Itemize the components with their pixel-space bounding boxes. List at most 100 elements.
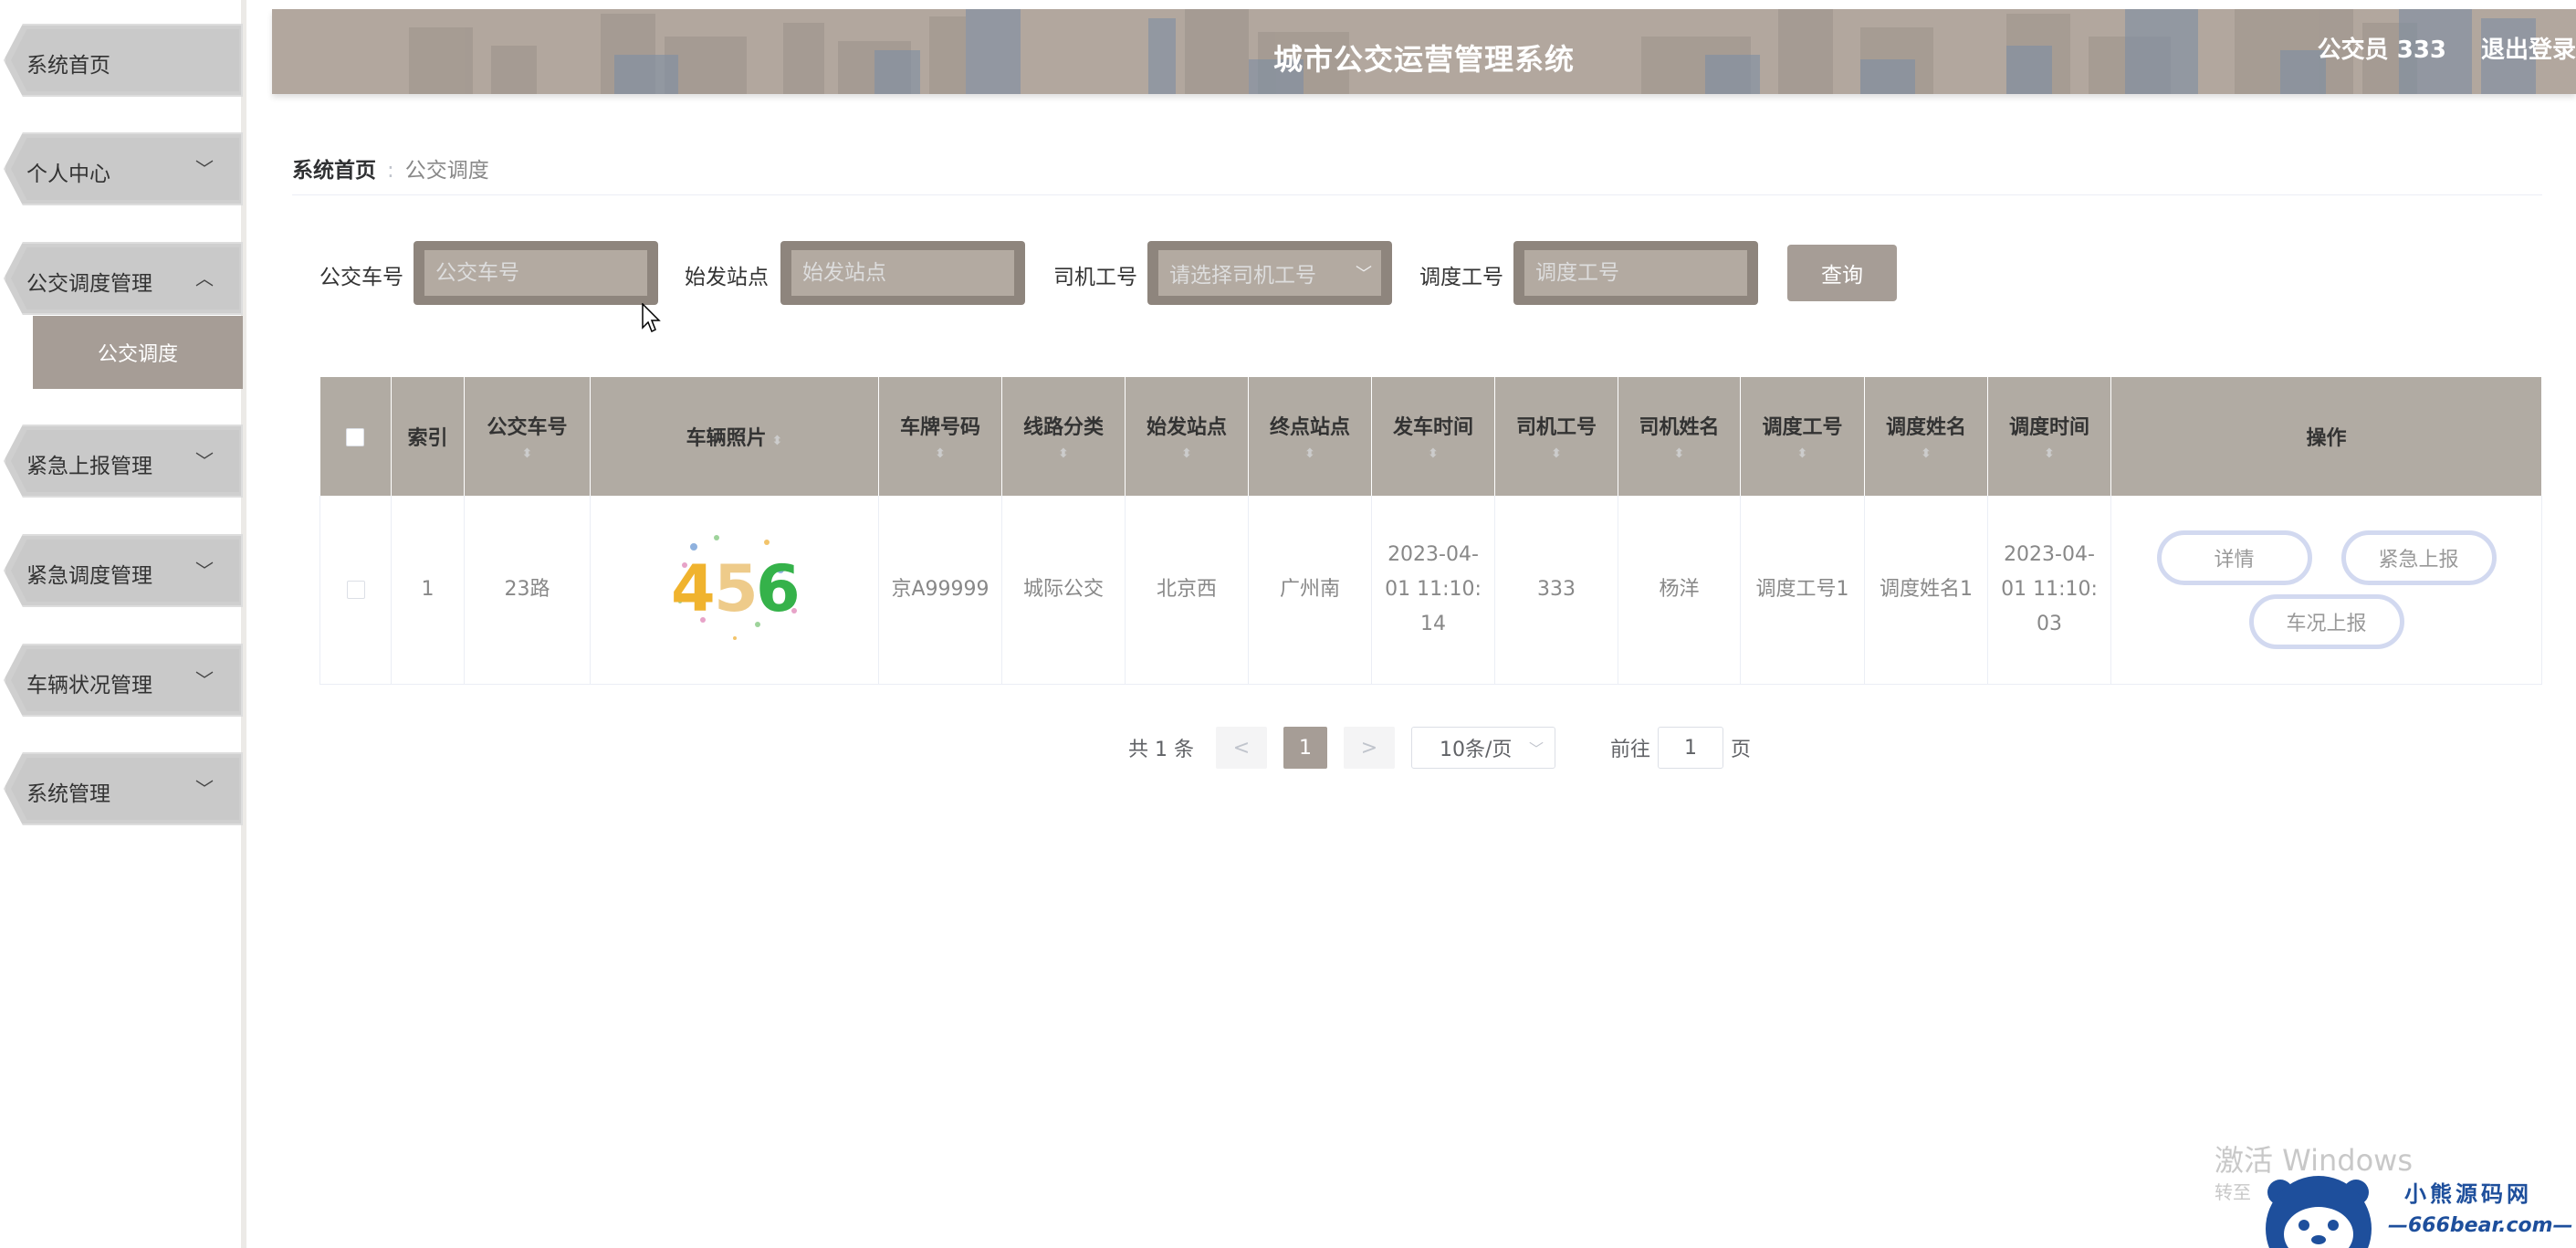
sort-icon: ⬍ [1921, 446, 1932, 461]
sort-icon: ⬍ [2044, 446, 2055, 461]
sidebar-item-system[interactable]: 系统管理 ﹀ [4, 752, 243, 825]
brand-name: 小熊源码网 [2404, 1180, 2532, 1207]
sort-icon: ⬍ [935, 446, 946, 461]
logout-link[interactable]: 退出登录 [2481, 31, 2576, 65]
col-driver-no[interactable]: 司机工号 ⬍ [1494, 377, 1618, 496]
current-user: 公交员 333 [2317, 37, 2446, 64]
goto-label: 前往 [1609, 739, 1650, 761]
col-photo[interactable]: 车辆照片 ⬍ [590, 377, 879, 496]
col-end[interactable]: 终点站点 ⬍ [1248, 377, 1372, 496]
cell-plate: 京A99999 [878, 496, 1002, 685]
cell-end: 广州南 [1248, 496, 1372, 685]
vehicle-photo-image: 4 5 6 [671, 535, 800, 641]
col-dispatch-time[interactable]: 调度时间 ⬍ [1987, 377, 2111, 496]
pagination-total: 共 1 条 [1128, 739, 1194, 761]
goto-suffix: 页 [1731, 739, 1752, 761]
mouse-cursor-icon [642, 303, 661, 333]
col-plate-label: 车牌号码 [899, 416, 980, 439]
cell-dispatch-time: 2023-04-01 11:10:03 [1987, 496, 2111, 685]
app-title: 城市公交运营管理系统 [1272, 42, 1575, 77]
emergency-report-button[interactable]: 紧急上报 [2340, 530, 2497, 585]
page-number-active[interactable]: 1 [1283, 727, 1327, 769]
driver-no-field-wrapper: 请选择司机工号 ﹀ [1147, 241, 1392, 305]
col-dispatch-no[interactable]: 调度工号 ⬍ [1740, 377, 1865, 496]
row-checkbox[interactable] [346, 580, 365, 599]
sort-icon: ⬍ [1304, 446, 1315, 461]
page-size-select[interactable]: 10条/页 ﹀ [1410, 727, 1555, 769]
col-depart-time[interactable]: 发车时间 ⬍ [1371, 377, 1495, 496]
svg-text:5: 5 [714, 551, 759, 626]
sidebar-subitem-bus-dispatch[interactable]: 公交调度 [33, 316, 243, 389]
col-depart-time-label: 发车时间 [1392, 416, 1473, 439]
brand-url: —666bear.com— [2388, 1214, 2573, 1237]
select-all-cell [319, 377, 392, 496]
sort-icon: ⬍ [1428, 446, 1439, 461]
sidebar: 系统首页 个人中心 ﹀ 公交调度管理 ︿ 公交调度 紧急上报管理 ﹀ 紧急调度管… [0, 0, 246, 1248]
col-driver-name[interactable]: 司机姓名 ⬍ [1618, 377, 1741, 496]
col-index: 索引 [391, 377, 465, 496]
sort-icon: ⬍ [1551, 446, 1562, 461]
action-buttons: 详情 紧急上报 车况上报 [2115, 530, 2538, 649]
query-button[interactable]: 查询 [1787, 245, 1897, 301]
sidebar-item-label: 紧急调度管理 [26, 564, 152, 588]
start-station-label: 始发站点 [685, 266, 769, 289]
sidebar-item-home[interactable]: 系统首页 [4, 24, 243, 97]
col-bus-no-label: 公交车号 [487, 416, 568, 439]
col-route-type[interactable]: 线路分类 ⬍ [1001, 377, 1126, 496]
bus-no-input[interactable] [424, 250, 647, 296]
start-station-input[interactable] [791, 250, 1014, 296]
sidebar-item-label: 紧急上报管理 [26, 455, 152, 478]
sort-icon: ⬍ [1058, 446, 1069, 461]
col-dispatch-time-label: 调度时间 [2008, 416, 2089, 439]
table-row: 1 23路 4 5 6 456 京A99999 [319, 496, 2542, 685]
bear-logo-icon [2266, 1176, 2372, 1248]
sidebar-item-vehicle-status[interactable]: 车辆状况管理 ﹀ [4, 644, 243, 717]
vehicle-report-button[interactable]: 车况上报 [2248, 593, 2404, 649]
sidebar-item-label: 个人中心 [26, 163, 110, 186]
col-end-label: 终点站点 [1269, 416, 1350, 439]
sidebar-item-personal-center[interactable]: 个人中心 ﹀ [4, 132, 243, 205]
sort-icon: ⬍ [1673, 446, 1685, 461]
col-plate[interactable]: 车牌号码 ⬍ [878, 377, 1002, 496]
breadcrumb: 系统首页: 公交调度 [292, 152, 489, 184]
cell-dispatch-name: 调度姓名1 [1864, 496, 1988, 685]
driver-no-select[interactable]: 请选择司机工号 ﹀ [1158, 250, 1381, 296]
site-brand-watermark: 小熊源码网 —666bear.com— [2260, 1172, 2576, 1248]
cell-actions: 详情 紧急上报 车况上报 [2110, 496, 2542, 685]
table-header: 索引 公交车号 ⬍ 车辆照片 ⬍ 车牌号码 ⬍ 线路分类 ⬍ 始发站点 ⬍ 终点站点 ⬍ 发… [319, 377, 2542, 496]
breadcrumb-home[interactable]: 系统首页 [292, 159, 376, 183]
col-photo-label: 车辆照片 [686, 427, 767, 450]
detail-button[interactable]: 详情 [2156, 530, 2312, 585]
pagination: 共 1 条 < 1 > 10条/页 ﹀ 前往 页 [1128, 727, 1751, 769]
breadcrumb-separator: : [387, 159, 394, 183]
svg-text:4: 4 [671, 551, 716, 626]
cell-index: 1 [391, 496, 465, 685]
bus-no-label: 公交车号 [319, 266, 403, 289]
breadcrumb-current: 公交调度 [404, 159, 489, 183]
sort-icon: ⬍ [521, 446, 533, 461]
prev-page-button[interactable]: < [1215, 727, 1267, 769]
col-dispatch-name[interactable]: 调度姓名 ⬍ [1864, 377, 1988, 496]
sort-icon: ⬍ [771, 434, 783, 448]
next-page-button[interactable]: > [1343, 727, 1395, 769]
chevron-down-icon: ﹀ [195, 158, 214, 180]
cell-dispatch-no: 调度工号1 [1740, 496, 1865, 685]
col-start[interactable]: 始发站点 ⬍ [1125, 377, 1249, 496]
cell-photo: 4 5 6 456 [590, 496, 879, 685]
col-driver-no-label: 司机工号 [1515, 416, 1597, 439]
chevron-down-icon: ﹀ [1528, 740, 1544, 758]
dispatch-no-field-wrapper [1513, 241, 1758, 305]
cell-driver-no: 333 [1494, 496, 1618, 685]
sidebar-item-bus-dispatch[interactable]: 公交调度管理 ︿ [4, 242, 243, 315]
dispatch-no-input[interactable] [1524, 250, 1747, 296]
goto-page-input[interactable] [1658, 727, 1723, 769]
col-bus-no[interactable]: 公交车号 ⬍ [464, 377, 591, 496]
col-start-label: 始发站点 [1146, 416, 1227, 439]
select-all-checkbox[interactable] [346, 427, 365, 446]
chevron-up-icon: ︿ [195, 267, 214, 289]
bus-no-field-wrapper [414, 241, 658, 305]
vehicle-photo[interactable]: 4 5 6 456 [666, 510, 803, 656]
sidebar-item-emergency-dispatch[interactable]: 紧急调度管理 ﹀ [4, 534, 243, 607]
chevron-down-icon: ﹀ [195, 778, 214, 800]
sidebar-item-emergency-report[interactable]: 紧急上报管理 ﹀ [4, 425, 243, 498]
